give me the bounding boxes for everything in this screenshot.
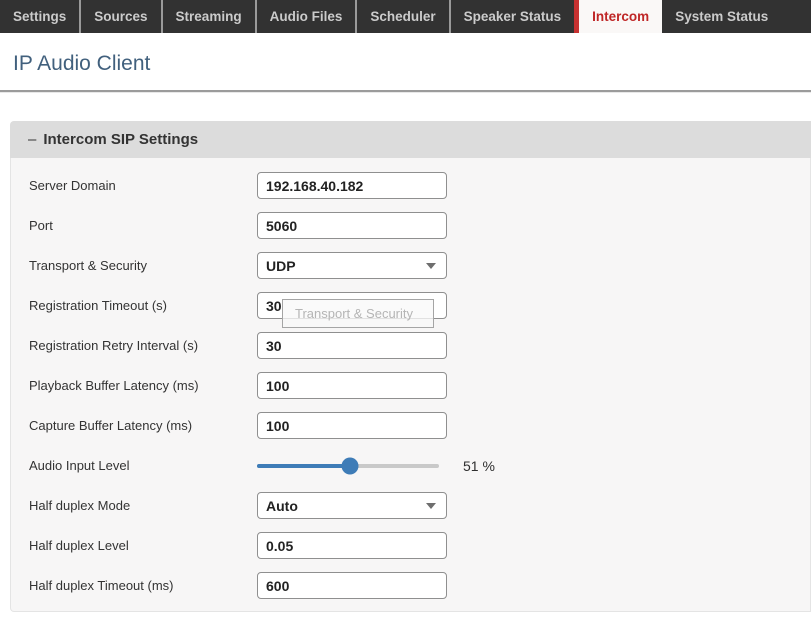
- field-label: Server Domain: [29, 178, 116, 193]
- field-label: Registration Retry Interval (s): [29, 338, 199, 353]
- field-control: [257, 332, 447, 359]
- field-control: [257, 172, 447, 199]
- field-control: [257, 212, 447, 239]
- field-label: Port: [29, 218, 53, 233]
- field-control: Transport & Security: [257, 292, 447, 328]
- intercom-sip-settings-panel: –Intercom SIP Settings Server Domain Port…: [10, 121, 811, 612]
- tab-bar: Settings Sources Streaming Audio Files Sched…: [0, 0, 811, 33]
- field-control: [257, 572, 447, 599]
- field-label: Audio Input Level: [29, 458, 130, 473]
- field-row-half-duplex-mode: Half duplex Mode Auto: [29, 492, 810, 519]
- field-label: Half duplex Timeout (ms): [29, 578, 174, 593]
- input-playback-buffer-latency-ms[interactable]: [257, 372, 447, 399]
- field-control: [257, 532, 447, 559]
- slider-value-label: 51 %: [463, 457, 495, 474]
- field-label: Half duplex Level: [29, 538, 129, 553]
- panel-header[interactable]: – Intercom SIP Settings: [10, 121, 811, 158]
- select-value: UDP: [266, 257, 296, 274]
- field-label: Playback Buffer Latency (ms): [29, 378, 199, 393]
- tab-audio-files[interactable]: Audio Files: [254, 0, 356, 33]
- select-transport-security[interactable]: UDP: [257, 252, 447, 279]
- tab-speaker-status[interactable]: Speaker Status: [448, 0, 575, 33]
- field-row-capture-buffer-latency-ms: Capture Buffer Latency (ms): [29, 412, 810, 439]
- field-row-registration-retry-interval-s: Registration Retry Interval (s): [29, 332, 810, 359]
- field-row-playback-buffer-latency-ms: Playback Buffer Latency (ms): [29, 372, 810, 399]
- chevron-down-icon: [426, 502, 436, 509]
- divider: [0, 90, 811, 93]
- field-row-server-domain: Server Domain: [29, 172, 810, 199]
- slider-track[interactable]: [257, 457, 439, 474]
- input-half-duplex-timeout-ms[interactable]: [257, 572, 447, 599]
- tooltip-ghost: Transport & Security: [282, 299, 434, 328]
- tab-sources[interactable]: Sources: [79, 0, 160, 33]
- field-control: [257, 372, 447, 399]
- slider-fill: [257, 463, 350, 468]
- slider-knob[interactable]: [341, 457, 359, 474]
- field-control: 51 %: [257, 452, 495, 479]
- input-capture-buffer-latency-ms[interactable]: [257, 412, 447, 439]
- field-row-half-duplex-timeout-ms: Half duplex Timeout (ms): [29, 572, 810, 599]
- field-label: Transport & Security: [29, 258, 148, 273]
- field-label: Half duplex Mode: [29, 498, 131, 513]
- page-title: IP Audio Client: [13, 52, 151, 75]
- input-registration-retry-interval-s[interactable]: [257, 332, 447, 359]
- select-value: Auto: [266, 497, 298, 514]
- field-row-transport-security: Transport & Security UDP: [29, 252, 810, 279]
- input-half-duplex-level[interactable]: [257, 532, 447, 559]
- field-row-port: Port: [29, 212, 810, 239]
- collapse-icon[interactable]: –: [28, 131, 36, 148]
- panel-title: Intercom SIP Settings: [43, 131, 199, 148]
- sip-settings-form: Server Domain Port Transport & Security UDP…: [10, 158, 811, 612]
- field-row-audio-input-level: Audio Input Level 51 %: [29, 452, 810, 479]
- field-control: [257, 412, 447, 439]
- input-server-domain[interactable]: [257, 172, 447, 199]
- chevron-down-icon: [426, 262, 436, 269]
- field-row-registration-timeout-s: Registration Timeout (s) Transport & Secu…: [29, 292, 810, 328]
- field-control: UDP: [257, 252, 447, 279]
- audio-input-level-slider[interactable]: [257, 452, 439, 479]
- field-control: Auto: [257, 492, 447, 519]
- tab-scheduler[interactable]: Scheduler: [355, 0, 448, 33]
- input-port[interactable]: [257, 212, 447, 239]
- select-half-duplex-mode[interactable]: Auto: [257, 492, 447, 519]
- tab-intercom[interactable]: Intercom: [574, 0, 663, 33]
- field-row-half-duplex-level: Half duplex Level: [29, 532, 810, 559]
- field-label: Registration Timeout (s): [29, 298, 167, 313]
- tab-system-status[interactable]: System Status: [662, 0, 781, 33]
- field-label: Capture Buffer Latency (ms): [29, 418, 193, 433]
- tab-streaming[interactable]: Streaming: [160, 0, 255, 33]
- tab-settings[interactable]: Settings: [0, 0, 79, 33]
